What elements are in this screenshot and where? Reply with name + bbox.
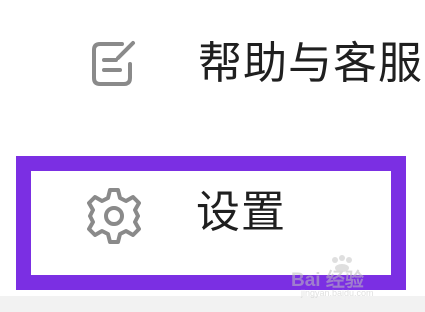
edit-note-icon [92,41,135,86]
baidu-watermark: Bai 经验 jingyan.baidu.com [291,255,407,303]
settings-menu-screen: 帮助与客服 设置 Bai 经验 jingyan.baidu.com [0,0,425,312]
menu-item-settings[interactable]: 设置 [0,172,425,258]
watermark-url-text: jingyan.baidu.com [301,288,374,298]
menu-item-help[interactable]: 帮助与客服 [0,24,425,102]
menu-item-help-label: 帮助与客服 [198,38,423,89]
gear-icon [87,188,141,244]
menu-item-settings-label: 设置 [196,187,286,238]
